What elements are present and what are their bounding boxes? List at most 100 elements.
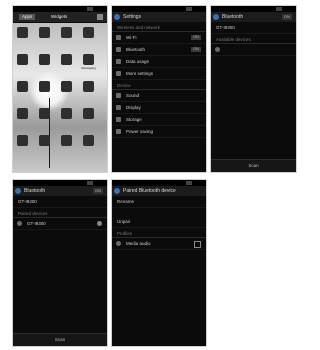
- storage-icon: [116, 117, 121, 122]
- contacts-app-icon[interactable]: [61, 108, 72, 119]
- app-icon[interactable]: [39, 81, 50, 92]
- bluetooth-toggle[interactable]: ON: [191, 47, 201, 52]
- app-icon[interactable]: [17, 108, 28, 119]
- available-device-row[interactable]: [211, 44, 296, 56]
- power-label: Power saving: [126, 129, 154, 134]
- bluetooth-actionbar: Bluetooth ON: [13, 186, 107, 196]
- row-bluetooth[interactable]: Bluetooth ON: [112, 44, 206, 56]
- download-icon[interactable]: [97, 14, 103, 20]
- download-app-icon[interactable]: [39, 27, 50, 38]
- device-name: GT-I9300: [216, 25, 235, 30]
- paired-actionbar: Paired Bluetooth device: [112, 186, 206, 196]
- section-paired: Paired devices: [13, 208, 107, 218]
- row-power-saving[interactable]: Power saving: [112, 126, 206, 138]
- row-display[interactable]: Display: [112, 102, 206, 114]
- wifi-icon: [116, 35, 121, 40]
- paired-device-screen: Paired Bluetooth device Rename Unpair Pr…: [112, 180, 206, 346]
- device-name: GT-I9300: [18, 199, 37, 204]
- wallpaper: Messaging: [13, 23, 107, 172]
- bluetooth-icon[interactable]: [114, 188, 120, 194]
- wifi-label: Wi-Fi: [126, 35, 137, 40]
- page-title: Bluetooth: [222, 14, 244, 20]
- rename-label: Rename: [117, 199, 135, 204]
- display-label: Display: [126, 105, 141, 110]
- row-more-settings[interactable]: More settings: [112, 68, 206, 80]
- app-icon[interactable]: [17, 54, 28, 65]
- row-data-usage[interactable]: Data usage: [112, 56, 206, 68]
- app-icon[interactable]: [39, 135, 50, 146]
- paired-device-name: GT-I9300: [27, 221, 46, 226]
- sound-icon: [116, 93, 121, 98]
- rename-row[interactable]: Rename: [112, 196, 206, 208]
- app-icon[interactable]: [17, 81, 28, 92]
- media-audio-row[interactable]: Media audio: [112, 238, 206, 250]
- tab-apps[interactable]: Apps: [19, 14, 36, 20]
- tab-widgets[interactable]: Widgets: [51, 14, 67, 20]
- media-audio-label: Media audio: [126, 241, 151, 246]
- row-sound[interactable]: Sound: [112, 90, 206, 102]
- google-app-icon[interactable]: [61, 81, 72, 92]
- headset-icon: [17, 221, 22, 226]
- wifi-toggle[interactable]: ON: [191, 35, 201, 40]
- app-icon[interactable]: [83, 108, 94, 119]
- data-usage-icon: [116, 59, 121, 64]
- paired-device-row[interactable]: GT-I9300: [13, 218, 107, 230]
- bluetooth-icon[interactable]: [15, 188, 21, 194]
- app-icon[interactable]: [17, 135, 28, 146]
- section-profiles: Profiles: [112, 228, 206, 238]
- bluetooth-label: Bluetooth: [126, 47, 146, 52]
- settings-screen: Settings Wireless and network Wi-Fi ON Bl…: [112, 6, 206, 172]
- checkbox[interactable]: [194, 241, 201, 248]
- display-icon: [116, 105, 121, 110]
- signal-icon: [87, 7, 93, 11]
- scan-button[interactable]: Scan: [13, 333, 107, 346]
- gear-icon[interactable]: [97, 221, 102, 226]
- storage-label: Storage: [126, 117, 142, 122]
- bluetooth-actionbar: Bluetooth ON: [211, 12, 296, 22]
- bluetooth-icon: [116, 47, 121, 52]
- more-icon: [116, 71, 121, 76]
- bluetooth-toggle[interactable]: ON: [282, 14, 292, 20]
- app-icon[interactable]: [39, 108, 50, 119]
- section-wireless: Wireless and network: [112, 22, 206, 32]
- headset-icon: [215, 47, 220, 52]
- row-wifi[interactable]: Wi-Fi ON: [112, 32, 206, 44]
- device-name-row[interactable]: GT-I9300: [13, 196, 107, 208]
- settings-icon[interactable]: [114, 14, 120, 20]
- app-icon[interactable]: [61, 54, 72, 65]
- section-device: Device: [112, 80, 206, 90]
- unpair-row[interactable]: Unpair: [112, 216, 206, 228]
- signal-icon: [186, 7, 192, 11]
- settings-app-icon[interactable]: [17, 27, 28, 38]
- messaging-app-icon[interactable]: Messaging: [81, 54, 96, 70]
- signal-icon: [186, 181, 192, 185]
- device-name-row[interactable]: GT-I9300: [211, 22, 296, 34]
- power-icon: [116, 129, 121, 134]
- more-settings-label: More settings: [126, 71, 154, 76]
- sound-label: Sound: [126, 93, 140, 98]
- unpair-label: Unpair: [117, 219, 131, 224]
- signal-icon: [87, 181, 93, 185]
- phone-app-icon[interactable]: [83, 81, 94, 92]
- app-label: Messaging: [81, 66, 96, 70]
- folder-app-icon[interactable]: [61, 27, 72, 38]
- chrome-app-icon[interactable]: [39, 54, 50, 65]
- page-title: Paired Bluetooth device: [123, 188, 176, 194]
- row-storage[interactable]: Storage: [112, 114, 206, 126]
- settings-actionbar: Settings: [112, 12, 206, 22]
- signal-icon: [276, 7, 282, 11]
- facebook-app-icon[interactable]: [61, 135, 72, 146]
- headset-icon: [116, 241, 121, 246]
- page-title: Settings: [123, 14, 142, 20]
- bluetooth-screen: Bluetooth ON GT-I9300 Available devices …: [211, 6, 296, 172]
- scan-button[interactable]: Scan: [211, 159, 296, 172]
- app-icon[interactable]: [83, 135, 94, 146]
- app-tabs: Apps Widgets: [13, 12, 107, 22]
- data-usage-label: Data usage: [126, 59, 150, 64]
- app-icon[interactable]: [83, 27, 94, 38]
- page-title: Bluetooth: [24, 188, 46, 194]
- bluetooth-toggle[interactable]: ON: [93, 188, 103, 194]
- home-screen: Apps Widgets Messaging: [13, 6, 107, 172]
- bluetooth-icon[interactable]: [213, 14, 219, 20]
